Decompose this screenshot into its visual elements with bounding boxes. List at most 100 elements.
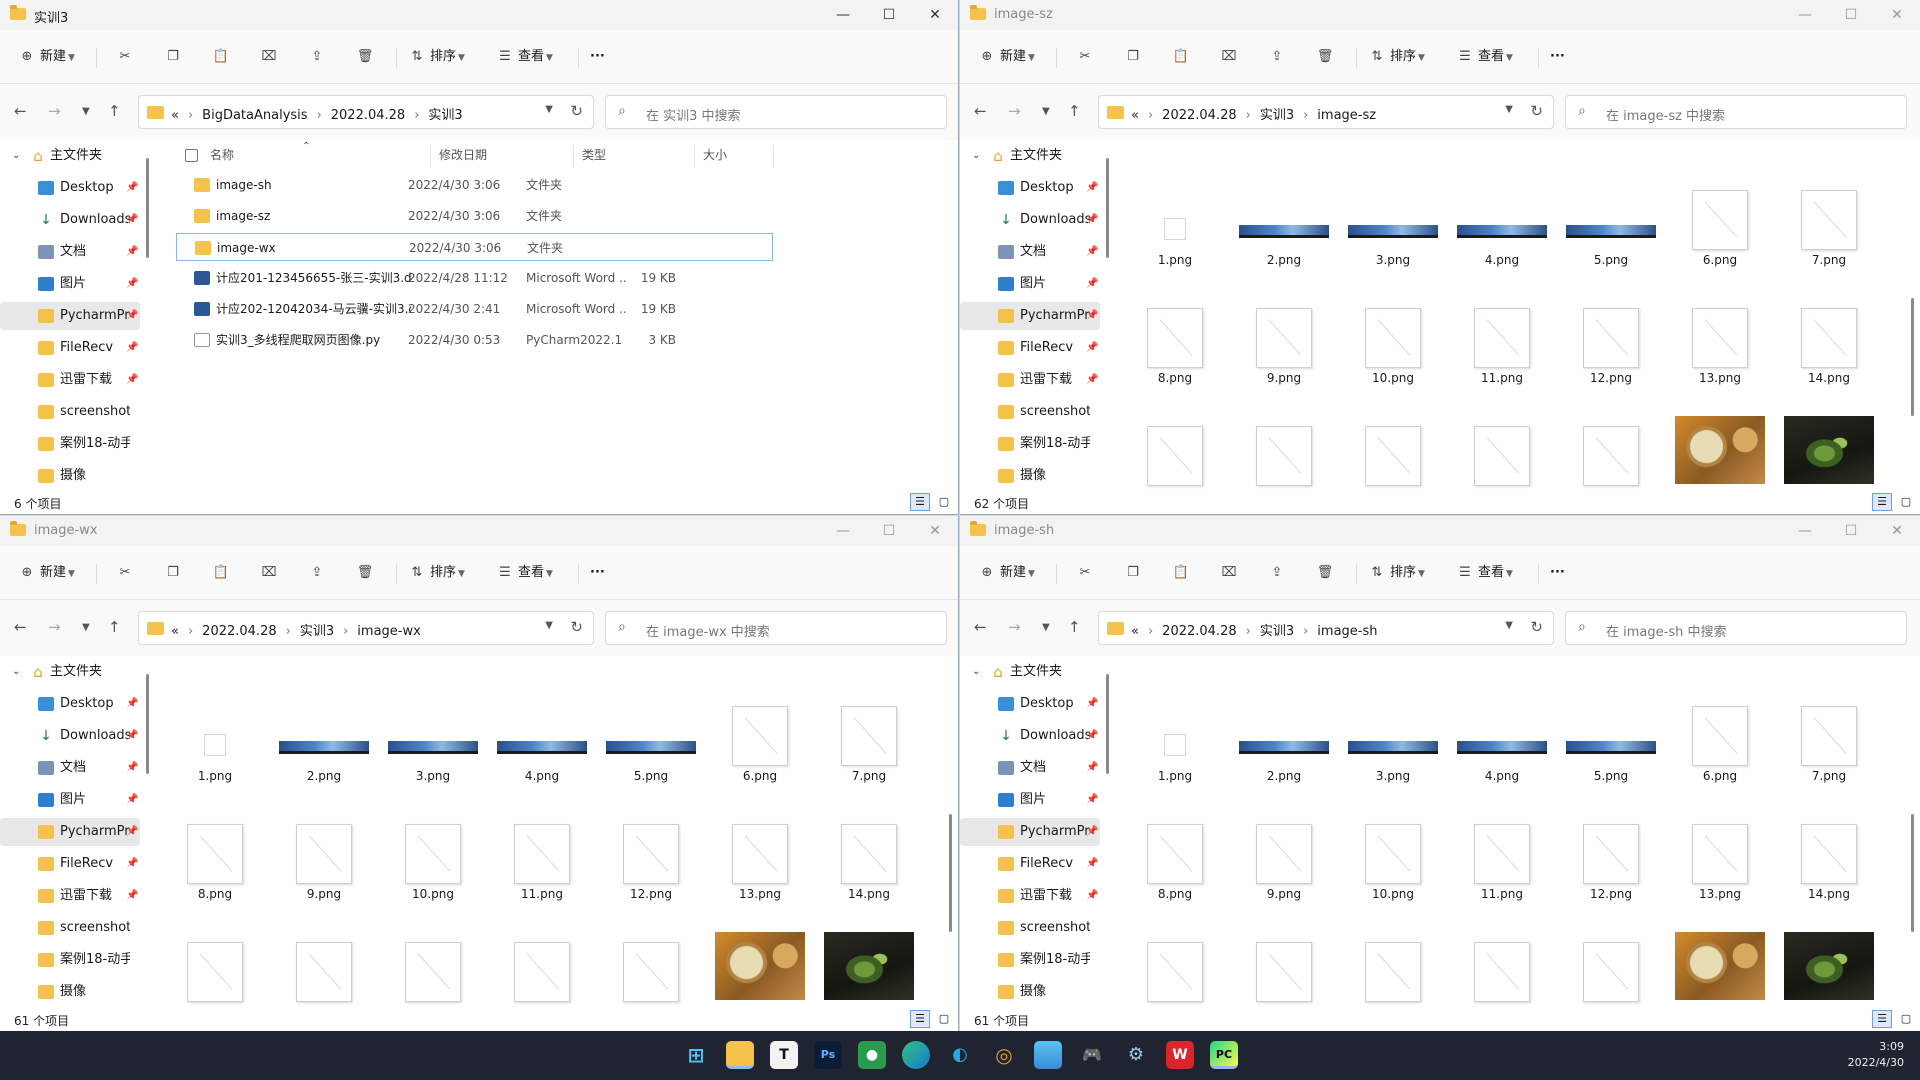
minimize-button[interactable]: — xyxy=(1782,0,1828,30)
more-options-button[interactable]: ··· xyxy=(590,561,605,585)
file-tile[interactable]: 10.png xyxy=(1343,804,1443,914)
breadcrumb-overflow[interactable]: « xyxy=(171,624,179,639)
delete-button[interactable]: 🗑 xyxy=(356,561,374,585)
panda-app-taskbar-icon[interactable]: ● xyxy=(858,1041,886,1069)
sidebar-item-home[interactable]: ⌄ ⌂ 主文件夹 xyxy=(0,142,140,170)
column-header-type[interactable]: 类型 xyxy=(582,140,606,170)
sort-button[interactable]: ⇅ 排序 ▼ xyxy=(408,45,465,69)
up-button[interactable]: ↑ xyxy=(1068,102,1081,120)
sidebar-item-pictures[interactable]: 图片 📌 xyxy=(960,270,1100,298)
file-tile[interactable]: 1.png xyxy=(1125,686,1225,796)
file-tile[interactable]: 2.png xyxy=(1234,170,1334,280)
sidebar-scrollbar[interactable] xyxy=(146,674,149,774)
new-button[interactable]: ⊕ 新建 ▼ xyxy=(18,561,75,585)
file-tile[interactable]: 9.png xyxy=(1234,804,1334,914)
sidebar-item-case18[interactable]: 案例18-动手实 xyxy=(0,946,140,974)
file-tile[interactable]: 5.png xyxy=(1561,170,1661,280)
large-icons-view-icon[interactable]: ▢ xyxy=(1896,493,1916,511)
file-tile[interactable]: 21.jpg xyxy=(819,922,919,1006)
file-tile[interactable]: 7.png xyxy=(1779,686,1879,796)
view-button[interactable]: ☰ 查看 ▼ xyxy=(1456,45,1513,69)
search-input[interactable]: ⌕ 在 image-sh 中搜索 xyxy=(1565,611,1907,645)
column-divider[interactable] xyxy=(430,146,431,168)
sidebar-item-xunlei[interactable]: 迅雷下载 📌 xyxy=(960,366,1100,394)
file-tile[interactable]: 8.png xyxy=(1125,804,1225,914)
back-button[interactable]: ← xyxy=(14,618,27,636)
file-tile[interactable]: 13.png xyxy=(710,804,810,914)
sidebar-item-pycharm[interactable]: PycharmPro 📌 xyxy=(960,302,1100,330)
sidebar-item-case18[interactable]: 案例18-动手实 xyxy=(960,430,1100,458)
file-tile[interactable]: 9.png xyxy=(1234,288,1334,398)
file-tile[interactable]: 3.png xyxy=(1343,686,1443,796)
steam-taskbar-icon[interactable]: ⚙ xyxy=(1122,1041,1150,1069)
sidebar-item-pycharm[interactable]: PycharmPro 📌 xyxy=(0,818,140,846)
breadcrumb-segment[interactable]: image-wx xyxy=(357,624,421,639)
delete-button[interactable]: 🗑 xyxy=(356,45,374,69)
file-tile[interactable]: 15.png xyxy=(1125,922,1225,1006)
file-tile[interactable]: 4.png xyxy=(1452,686,1552,796)
address-dropdown-icon[interactable]: ▼ xyxy=(545,620,553,631)
file-tile[interactable]: 2.png xyxy=(1234,686,1334,796)
file-tile[interactable]: 4.png xyxy=(492,686,592,796)
breadcrumb-overflow[interactable]: « xyxy=(171,108,179,123)
sidebar-item-desktop[interactable]: Desktop 📌 xyxy=(0,174,140,202)
sidebar-item-screenshots[interactable]: screenshots xyxy=(0,914,140,942)
sidebar-item-documents[interactable]: 文档 📌 xyxy=(0,754,140,782)
recent-locations-button[interactable]: ▼ xyxy=(82,622,90,633)
breadcrumb-segment[interactable]: 实训3 xyxy=(428,108,462,123)
file-tile[interactable]: 10.png xyxy=(1343,288,1443,398)
file-row[interactable]: 实训3_多线程爬取网页图像.py 2022/4/30 0:53 PyCharm202… xyxy=(176,326,773,354)
cut-button[interactable]: ✂ xyxy=(1076,561,1094,585)
breadcrumb-segment[interactable]: image-sz xyxy=(1317,108,1376,123)
sidebar-item-documents[interactable]: 文档 📌 xyxy=(960,238,1100,266)
content-scrollbar[interactable] xyxy=(1911,298,1914,416)
content-scrollbar[interactable] xyxy=(1911,814,1914,932)
sidebar-item-xunlei[interactable]: 迅雷下载 📌 xyxy=(0,366,140,394)
file-tile[interactable]: 20.jpg xyxy=(1670,406,1770,490)
more-options-button[interactable]: ··· xyxy=(1550,45,1565,69)
back-button[interactable]: ← xyxy=(974,102,987,120)
recent-locations-button[interactable]: ▼ xyxy=(82,106,90,117)
sidebar-item-home[interactable]: ⌄ ⌂ 主文件夹 xyxy=(0,658,140,686)
sidebar-item-downloads[interactable]: ↓ Downloads 📌 xyxy=(960,722,1100,750)
cut-button[interactable]: ✂ xyxy=(116,45,134,69)
file-tile[interactable]: 15.png xyxy=(165,922,265,1006)
file-tile[interactable]: 12.png xyxy=(1561,804,1661,914)
wps-taskbar-icon[interactable]: W xyxy=(1166,1041,1194,1069)
forward-button[interactable]: → xyxy=(48,618,61,636)
file-row[interactable]: image-sz 2022/4/30 3:06 文件夹 xyxy=(176,202,773,230)
rename-button[interactable]: ⌧ xyxy=(260,561,278,585)
sidebar-item-downloads[interactable]: ↓ Downloads 📌 xyxy=(960,206,1100,234)
paste-button[interactable]: 📋 xyxy=(212,561,230,585)
sidebar-item-screenshots[interactable]: screenshots xyxy=(960,914,1100,942)
file-tile[interactable]: 3.png xyxy=(1343,170,1443,280)
edge-taskbar-icon[interactable] xyxy=(902,1041,930,1069)
maximize-button[interactable]: ☐ xyxy=(1828,0,1874,30)
new-button[interactable]: ⊕ 新建 ▼ xyxy=(18,45,75,69)
file-tile[interactable]: 1.png xyxy=(1125,170,1225,280)
cut-button[interactable]: ✂ xyxy=(116,561,134,585)
large-icons-view-icon[interactable]: ▢ xyxy=(1896,1010,1916,1028)
delete-button[interactable]: 🗑 xyxy=(1316,561,1334,585)
file-tile[interactable]: 11.png xyxy=(492,804,592,914)
sidebar-item-camera[interactable]: 摄像 xyxy=(0,978,140,1006)
file-tile[interactable]: 16.png xyxy=(274,922,374,1006)
view-button[interactable]: ☰ 查看 ▼ xyxy=(496,561,553,585)
pycharm-taskbar-icon[interactable]: PC xyxy=(1210,1041,1238,1069)
typora-taskbar-icon[interactable]: T xyxy=(770,1041,798,1069)
search-input[interactable]: ⌕ 在 实训3 中搜索 xyxy=(605,95,947,129)
recent-locations-button[interactable]: ▼ xyxy=(1042,622,1050,633)
sidebar-item-camera[interactable]: 摄像 xyxy=(960,462,1100,490)
copy-button[interactable]: ❐ xyxy=(1124,45,1142,69)
copy-button[interactable]: ❐ xyxy=(164,45,182,69)
breadcrumb-segment[interactable]: 2022.04.28 xyxy=(331,108,405,123)
close-button[interactable]: ✕ xyxy=(912,0,958,30)
search-input[interactable]: ⌕ 在 image-wx 中搜索 xyxy=(605,611,947,645)
breadcrumb-segment[interactable]: 2022.04.28 xyxy=(1162,108,1236,123)
details-view-icon[interactable]: ☰ xyxy=(1872,1010,1892,1028)
sidebar-item-filerecv[interactable]: FileRecv 📌 xyxy=(960,334,1100,362)
close-button[interactable]: ✕ xyxy=(1874,516,1920,546)
up-button[interactable]: ↑ xyxy=(108,102,121,120)
paste-button[interactable]: 📋 xyxy=(212,45,230,69)
chevron-down-icon[interactable]: ⌄ xyxy=(12,142,20,170)
